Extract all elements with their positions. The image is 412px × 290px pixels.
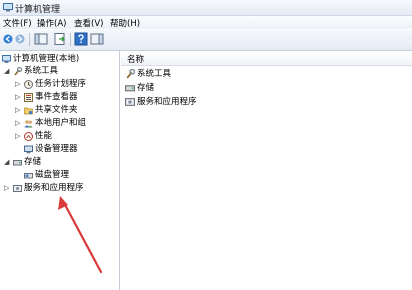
device-manager-icon	[24, 145, 33, 154]
back-arrow-icon[interactable]	[3, 34, 13, 44]
menu-file[interactable]: 文件(F)	[3, 17, 32, 29]
disk-management-icon	[24, 173, 33, 179]
computer-management-icon	[3, 3, 13, 12]
toolbar	[0, 30, 412, 51]
services-icon	[13, 185, 22, 192]
performance-icon	[24, 132, 33, 141]
show-hide-tree-icon[interactable]	[34, 32, 48, 46]
help-icon[interactable]	[74, 32, 88, 46]
expand-arrow-icon[interactable]: ▷	[15, 132, 21, 140]
shared-folder-icon	[24, 107, 33, 115]
expand-arrow-icon[interactable]: ▷	[15, 93, 21, 101]
computer-management-icon	[2, 55, 11, 63]
event-viewer-icon	[24, 93, 33, 102]
services-icon	[125, 98, 135, 106]
system-tools-icon	[126, 69, 135, 79]
collapse-arrow-icon[interactable]: ◢	[4, 158, 10, 166]
storage-icon	[125, 85, 135, 92]
users-icon	[24, 120, 33, 128]
collapse-arrow-icon[interactable]: ◢	[4, 67, 10, 75]
menu-bar: 文件(F) 操作(A) 查看(V) 帮助(H)	[0, 16, 412, 29]
menu-view[interactable]: 查看(V)	[74, 17, 103, 29]
menu-help[interactable]: 帮助(H)	[110, 17, 140, 29]
menu-action[interactable]: 操作(A)	[37, 17, 66, 29]
action-pane-icon[interactable]	[90, 32, 104, 46]
expand-arrow-icon[interactable]: ▷	[15, 106, 21, 114]
expand-arrow-icon[interactable]: ▷	[4, 184, 10, 192]
column-header-name[interactable]: 名称	[121, 51, 412, 66]
toolbar-separator	[70, 33, 71, 46]
title-bar: 计算机管理	[0, 0, 412, 16]
expand-arrow-icon[interactable]: ▷	[15, 80, 21, 88]
export-list-icon[interactable]	[53, 32, 67, 46]
system-tools-icon	[14, 67, 22, 76]
toolbar-separator	[29, 33, 30, 46]
storage-icon	[13, 160, 22, 166]
clock-icon	[24, 80, 33, 89]
navigation-tree: 计算机管理(本地) ◢ 系统工具 ▷ 任务计划程序 ▷ 事件查看器 ▷ 共享文件…	[0, 51, 120, 290]
forward-arrow-icon[interactable]	[15, 34, 25, 44]
window-title: 计算机管理	[15, 5, 61, 15]
content-list: 名称 系统工具 存储 服务和应用程序	[121, 51, 412, 290]
expand-arrow-icon[interactable]: ▷	[15, 119, 21, 127]
